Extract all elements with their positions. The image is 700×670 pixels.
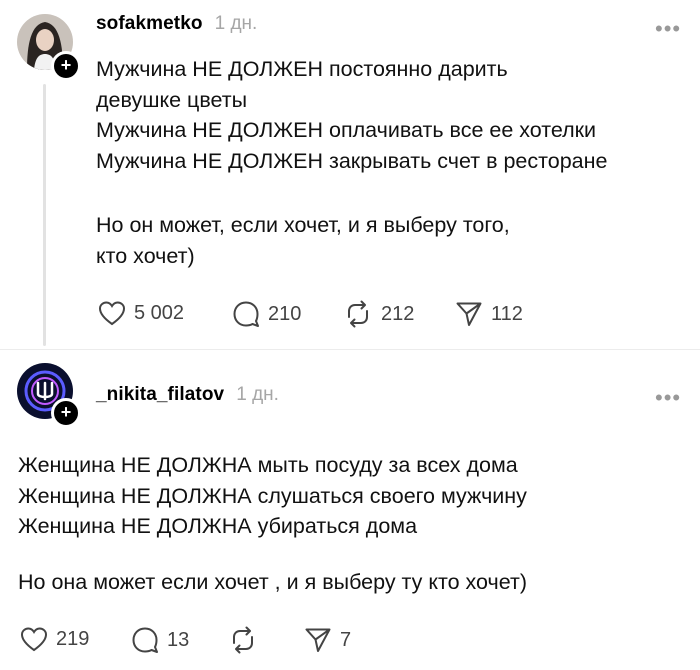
post-text: Но она может если хочет , и я выберу ту … xyxy=(18,567,527,598)
post-text-line: Но он может, если хочет, и я выберу того… xyxy=(96,213,510,237)
follow-plus-icon[interactable]: + xyxy=(51,51,81,81)
like-button[interactable]: 219 xyxy=(20,626,89,652)
post-text-line: Женщина НЕ ДОЛЖНА мыть посуду за всех до… xyxy=(18,453,518,477)
like-count: 5 002 xyxy=(134,301,185,324)
post-text-line: Но она может если хочет , и я выберу ту … xyxy=(18,570,527,594)
post-text: Женщина НЕ ДОЛЖНА мыть посуду за всех до… xyxy=(18,450,527,542)
share-icon xyxy=(456,302,482,326)
post-text-line: Мужчина НЕ ДОЛЖЕН закрывать счет в ресто… xyxy=(96,148,608,173)
username[interactable]: _nikita_filatov xyxy=(96,384,224,406)
repost-button[interactable]: 212 xyxy=(343,300,414,328)
share-icon xyxy=(305,628,331,652)
more-icon[interactable]: ••• xyxy=(655,387,681,409)
post-time: 1 дн. xyxy=(214,13,258,34)
heart-icon xyxy=(98,301,126,326)
comment-count: 210 xyxy=(268,302,302,325)
more-icon[interactable]: ••• xyxy=(655,18,681,40)
like-button[interactable]: 5 002 xyxy=(98,300,184,326)
share-button[interactable]: 7 xyxy=(304,626,351,654)
post-text-line: Женщина НЕ ДОЛЖНА убираться дома xyxy=(18,514,418,538)
comment-button[interactable]: 13 xyxy=(131,626,189,654)
thread-line xyxy=(43,84,46,346)
divider xyxy=(0,349,700,350)
post-text-line: девушке цветы xyxy=(96,87,248,112)
repost-icon xyxy=(233,626,253,654)
comment-button[interactable]: 210 xyxy=(232,300,301,328)
like-count: 219 xyxy=(56,627,90,650)
post-time: 1 дн. xyxy=(236,384,279,405)
repost-button[interactable] xyxy=(228,626,266,654)
share-count: 7 xyxy=(340,628,352,651)
post-text-line: Мужчина НЕ ДОЛЖЕН оплачивать все ее хоте… xyxy=(96,118,597,142)
post-text: Мужчина НЕ ДОЛЖЕН постоянно дарить девуш… xyxy=(96,54,607,176)
heart-icon xyxy=(20,627,48,652)
comment-count: 13 xyxy=(167,628,190,651)
comment-icon xyxy=(233,301,259,327)
repost-icon xyxy=(348,300,368,328)
share-button[interactable]: 112 xyxy=(455,300,523,328)
share-count: 112 xyxy=(491,302,523,325)
username[interactable]: sofakmetko xyxy=(96,13,203,35)
post-text-line: Женщина НЕ ДОЛЖНА слушаться своего мужчи… xyxy=(18,483,527,508)
post-text: Но он может, если хочет, и я выберу того… xyxy=(96,210,510,271)
comment-icon xyxy=(132,627,158,653)
follow-plus-icon[interactable]: + xyxy=(51,398,81,428)
repost-count: 212 xyxy=(381,302,415,325)
post-text-line: кто хочет) xyxy=(96,243,195,268)
post-text-line: Мужчина НЕ ДОЛЖЕН постоянно дарить xyxy=(96,57,508,81)
